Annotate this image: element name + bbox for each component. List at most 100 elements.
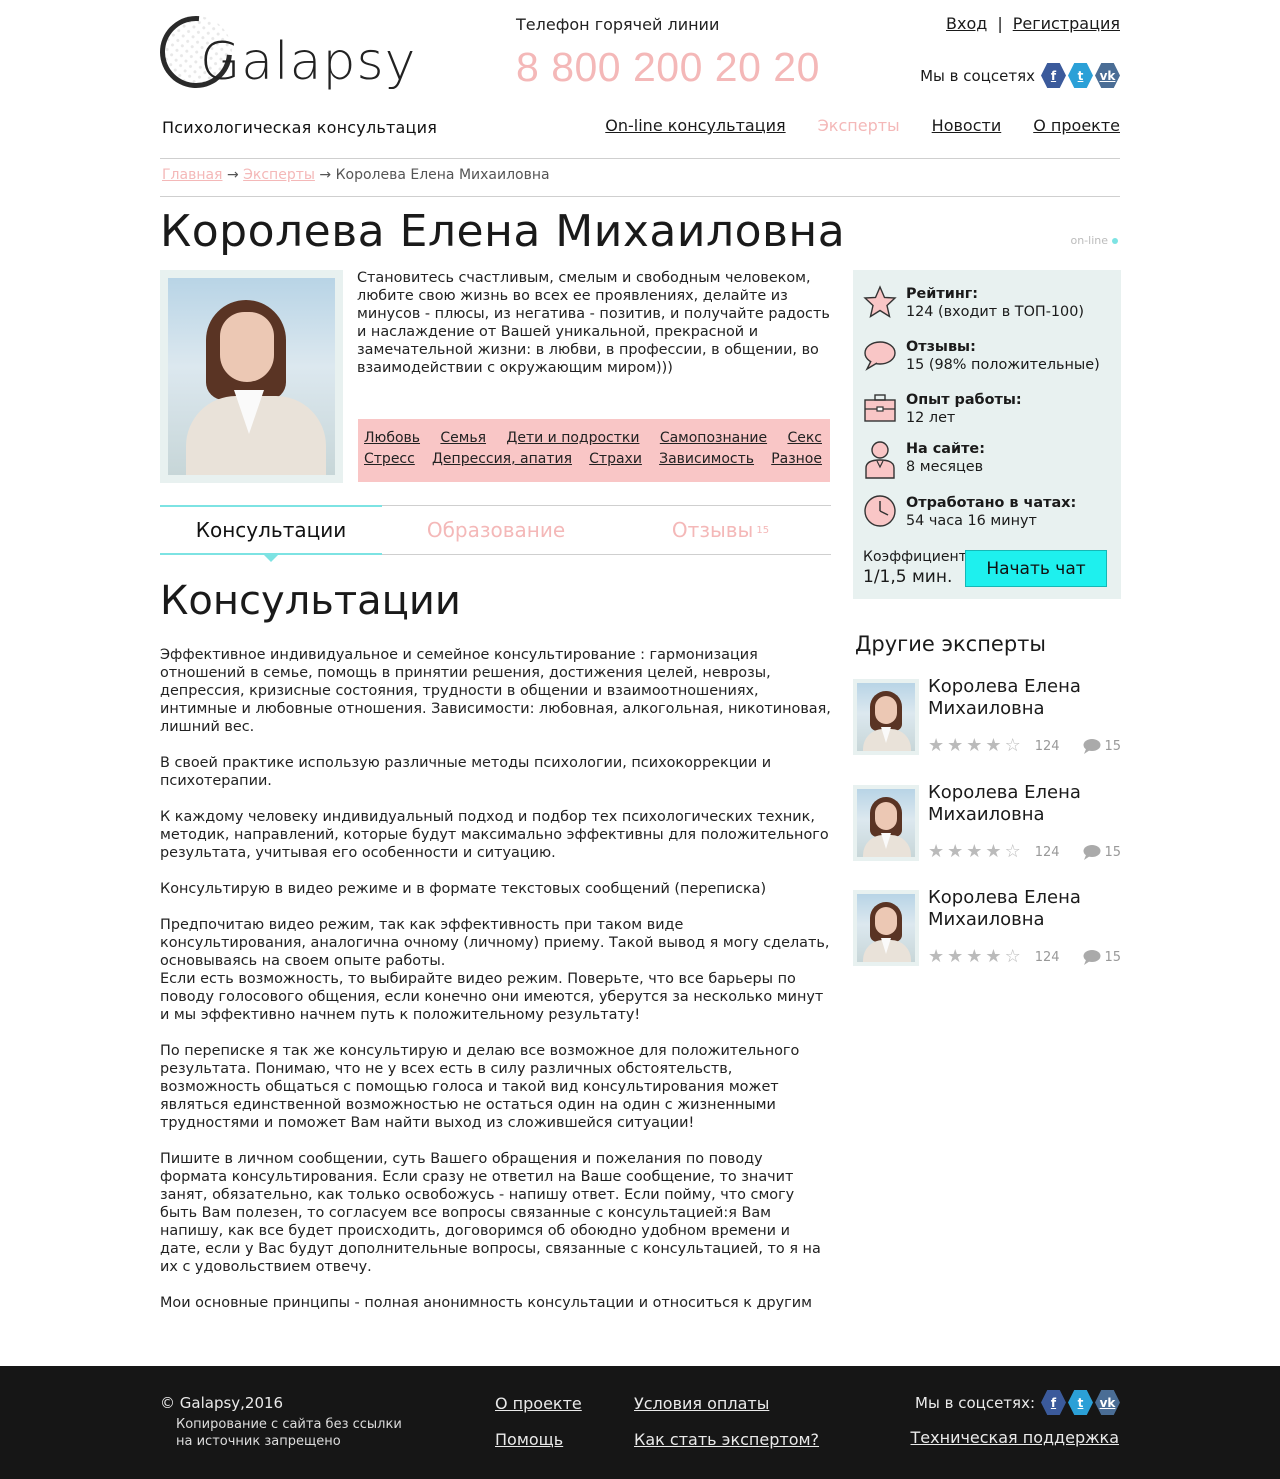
stat-value: 12 лет	[906, 410, 956, 426]
star-filled-icon: ★	[947, 841, 964, 862]
stats-panel: Рейтинг: 124 (входит в ТОП-100) Отзывы: 15…	[853, 270, 1121, 599]
reviews-count: 15	[1104, 738, 1121, 754]
breadcrumb: Главная → Эксперты → Королева Елена Миха…	[162, 167, 550, 183]
rating-stars: ★ ★ ★ ★ ☆	[928, 843, 1021, 861]
star-filled-icon: ★	[985, 946, 1002, 967]
vk-icon[interactable]: vk	[1095, 63, 1120, 88]
stat-value: 8 месяцев	[906, 459, 984, 475]
breadcrumb-experts[interactable]: Эксперты	[243, 167, 315, 183]
stat-value: 124 (входит в ТОП-100)	[906, 304, 1084, 320]
rating-stars: ★ ★ ★ ★ ☆	[928, 948, 1021, 966]
twitter-icon[interactable]: t	[1068, 63, 1093, 88]
tab-reviews[interactable]: Отзывы 15	[610, 506, 831, 554]
clock-icon	[863, 494, 897, 528]
star-filled-icon: ★	[985, 841, 1002, 862]
star-filled-icon: ★	[966, 735, 983, 756]
coefficient: Коэффициент: 1/1,5 мин.	[863, 549, 972, 587]
tag-children[interactable]: Дети и подростки	[506, 430, 639, 446]
hotline-number: 8 800 200 20 20	[516, 44, 820, 90]
tag-depression[interactable]: Депрессия, апатия	[432, 451, 572, 467]
stat-onsite: На сайте: 8 месяцев	[863, 440, 985, 480]
other-experts-title: Другие эксперты	[855, 632, 1046, 656]
stat-label: Рейтинг:	[906, 286, 979, 302]
tag-love[interactable]: Любовь	[364, 430, 420, 446]
online-status: on-line	[1070, 234, 1118, 247]
twitter-icon[interactable]: t	[1068, 1390, 1093, 1415]
logo[interactable]: Galapsy	[145, 1, 415, 114]
expert-rating: 124	[1034, 949, 1060, 965]
nav-about[interactable]: О проекте	[1033, 116, 1120, 135]
tag-fears[interactable]: Страхи	[589, 451, 642, 467]
expert-rating: 124	[1034, 844, 1060, 860]
speech-bubble-icon	[863, 338, 897, 372]
star-empty-icon: ☆	[1004, 735, 1021, 756]
tab-label: Отзывы	[671, 518, 754, 542]
nav-online-consult[interactable]: On-line консультация	[605, 116, 785, 135]
footer-become-expert-link[interactable]: Как стать экспертом?	[634, 1430, 819, 1449]
tag-misc[interactable]: Разное	[771, 451, 822, 467]
avatar	[853, 890, 919, 966]
start-chat-button[interactable]: Начать чат	[965, 550, 1107, 587]
tag-self-knowledge[interactable]: Самопознание	[660, 430, 767, 446]
expert-name[interactable]: Королева Елена Михаиловна	[928, 676, 1121, 720]
social-label: Мы в соцсетях	[920, 66, 1035, 85]
facebook-icon[interactable]: f	[1041, 63, 1066, 88]
coefficient-value: 1/1,5 мин.	[863, 567, 953, 587]
vk-icon[interactable]: vk	[1095, 1390, 1120, 1415]
star-filled-icon: ★	[985, 735, 1002, 756]
reviews-count: 15	[1104, 949, 1121, 965]
expert-name[interactable]: Королева Елена Михаиловна	[928, 887, 1121, 931]
tag-addiction[interactable]: Зависимость	[659, 451, 754, 467]
expert-card[interactable]: Королева Елена Михаиловна ★ ★ ★ ★ ☆ 124 15	[853, 782, 1121, 865]
login-link[interactable]: Вход	[946, 14, 987, 33]
tech-support-link[interactable]: Техническая поддержка	[911, 1428, 1119, 1447]
status-text: on-line	[1070, 234, 1108, 247]
breadcrumb-home[interactable]: Главная	[162, 167, 222, 183]
stat-rating: Рейтинг: 124 (входит в ТОП-100)	[863, 285, 1084, 321]
tab-consultations[interactable]: Консультации	[160, 505, 382, 562]
comment-icon	[1083, 845, 1101, 860]
star-empty-icon: ☆	[1004, 841, 1021, 862]
paragraph: Пишите в личном сообщении, суть Вашего о…	[160, 1151, 821, 1275]
star-icon	[863, 285, 897, 319]
tab-label: Образование	[426, 518, 566, 542]
footer-payment-link[interactable]: Условия оплаты	[634, 1394, 769, 1413]
paragraph: В своей практике использую различные мет…	[160, 755, 772, 789]
user-icon	[863, 440, 897, 480]
star-filled-icon: ★	[928, 735, 945, 756]
profile-tabs: Консультации Образование Отзывы 15	[160, 505, 831, 562]
tag-sex[interactable]: Секс	[787, 430, 822, 446]
expert-name[interactable]: Королева Елена Михаиловна	[928, 782, 1121, 826]
footer-help-link[interactable]: Помощь	[495, 1430, 563, 1449]
copyright: © Galapsy,2016	[160, 1394, 284, 1412]
tab-education[interactable]: Образование	[382, 506, 610, 554]
nav-news[interactable]: Новости	[932, 116, 1002, 135]
social-header: Мы в соцсетях f t vk	[920, 63, 1120, 88]
comment-icon	[1083, 950, 1101, 965]
expert-card[interactable]: Королева Елена Михаиловна ★ ★ ★ ★ ☆ 124 15	[853, 887, 1121, 970]
avatar	[853, 785, 919, 861]
stat-label: Отзывы:	[906, 339, 976, 355]
star-filled-icon: ★	[966, 841, 983, 862]
social-footer: Мы в соцсетях: f t vk	[915, 1390, 1120, 1415]
expert-reviews: 15	[1083, 844, 1121, 860]
nav-experts[interactable]: Эксперты	[818, 116, 900, 135]
topic-tags: Любовь Семья Дети и подростки Самопознан…	[358, 419, 830, 482]
tag-family[interactable]: Семья	[440, 430, 486, 446]
tag-stress[interactable]: Стресс	[364, 451, 415, 467]
coefficient-label: Коэффициент:	[863, 549, 972, 565]
paragraph: По переписке я так же консультирую и дел…	[160, 1043, 800, 1131]
expert-rating: 124	[1034, 738, 1060, 754]
rating-stars: ★ ★ ★ ★ ☆	[928, 737, 1021, 755]
stat-label: Отработано в чатах:	[906, 495, 1077, 511]
paragraph: Мои основные принципы - полная анонимнос…	[160, 1295, 812, 1311]
register-link[interactable]: Регистрация	[1013, 14, 1120, 33]
tab-label: Консультации	[195, 518, 347, 542]
paragraph: К каждому человеку индивидуальный подход…	[160, 809, 829, 861]
auth-separator: |	[997, 14, 1003, 33]
facebook-icon[interactable]: f	[1041, 1390, 1066, 1415]
stat-reviews: Отзывы: 15 (98% положительные)	[863, 338, 1100, 374]
expert-card[interactable]: Королева Елена Михаиловна ★ ★ ★ ★ ☆ 124 15	[853, 676, 1121, 759]
footer-about-link[interactable]: О проекте	[495, 1394, 582, 1413]
auth-links: Вход | Регистрация	[946, 14, 1120, 33]
